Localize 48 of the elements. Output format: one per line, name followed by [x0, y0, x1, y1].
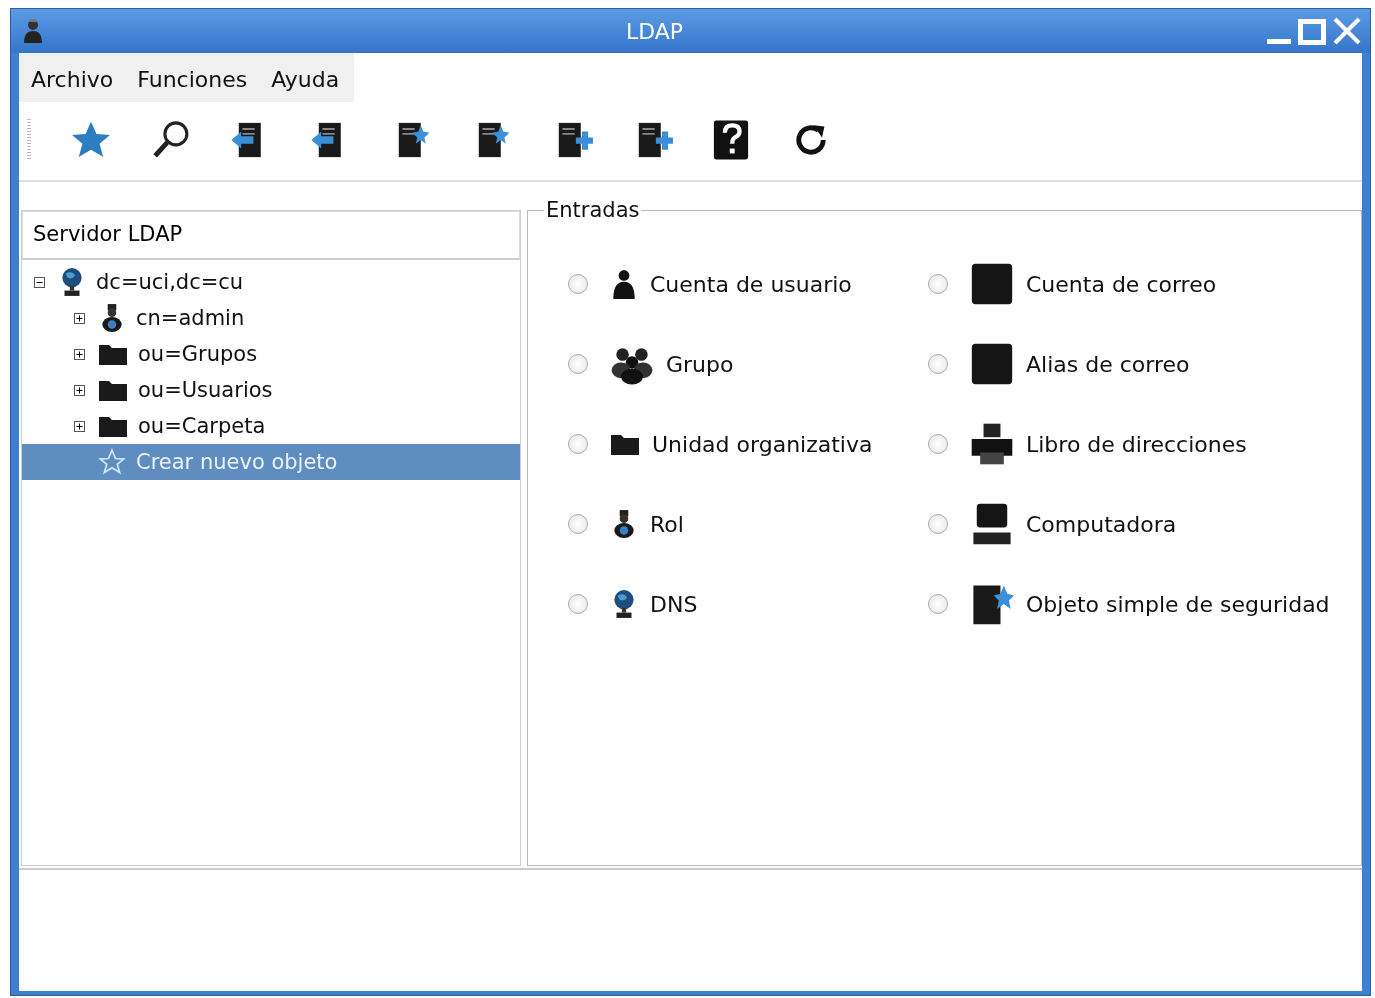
radio-button[interactable] — [568, 434, 588, 454]
folder-icon — [98, 378, 128, 402]
collapse-icon[interactable] — [34, 276, 48, 288]
square-icon — [970, 342, 1014, 386]
radio-button[interactable] — [928, 514, 948, 534]
toolbar-grip[interactable] — [27, 119, 31, 161]
radio-option[interactable]: Grupo — [568, 342, 928, 386]
radio-option[interactable]: Unidad organizativa — [568, 422, 928, 466]
document-star-icon — [970, 582, 1014, 626]
window-title: LDAP — [624, 18, 685, 44]
radio-option[interactable]: Cuenta de usuario — [568, 262, 928, 306]
radio-option[interactable]: DNS — [568, 582, 928, 626]
radio-button[interactable] — [928, 434, 948, 454]
radio-option[interactable]: Libro de direcciones — [928, 422, 1348, 466]
column-header[interactable]: Servidor LDAP — [22, 211, 520, 260]
tree-item[interactable]: cn=admin — [22, 300, 520, 336]
radio-button[interactable] — [568, 514, 588, 534]
radio-button[interactable] — [568, 594, 588, 614]
radio-option[interactable]: Computadora — [928, 502, 1348, 546]
radio-option[interactable]: Cuenta de correo — [928, 262, 1348, 306]
person-icon — [610, 269, 638, 299]
radio-option[interactable]: Rol — [568, 502, 928, 546]
radio-button[interactable] — [928, 594, 948, 614]
folder-icon — [98, 342, 128, 366]
folder-icon — [610, 432, 640, 456]
group-title: Entradas — [545, 198, 641, 222]
folder-icon — [98, 414, 128, 438]
radio-option[interactable]: Objeto simple de seguridad — [928, 582, 1348, 626]
expand-icon[interactable] — [74, 384, 88, 396]
expand-icon[interactable] — [74, 348, 88, 360]
star-icon — [98, 447, 126, 477]
radio-button[interactable] — [568, 354, 588, 374]
computer-icon — [970, 502, 1014, 546]
radio-button[interactable] — [928, 274, 948, 294]
person-icon — [23, 19, 43, 43]
tree-item[interactable]: ou=Grupos — [22, 336, 520, 372]
radio-button[interactable] — [568, 274, 588, 294]
maximize-icon[interactable] — [1298, 17, 1326, 45]
square-icon — [970, 262, 1014, 306]
tree-item[interactable]: dc=uci,dc=cu — [22, 264, 520, 300]
close-icon[interactable] — [1332, 16, 1362, 46]
expand-icon[interactable] — [74, 420, 88, 432]
radio-button[interactable] — [928, 354, 948, 374]
printer-icon — [970, 422, 1014, 466]
radio-option[interactable]: Alias de correo — [928, 342, 1348, 386]
tree-item[interactable]: ou=Usuarios — [22, 372, 520, 408]
tree-item[interactable]: ou=Carpeta — [22, 408, 520, 444]
expand-icon[interactable] — [74, 312, 88, 324]
